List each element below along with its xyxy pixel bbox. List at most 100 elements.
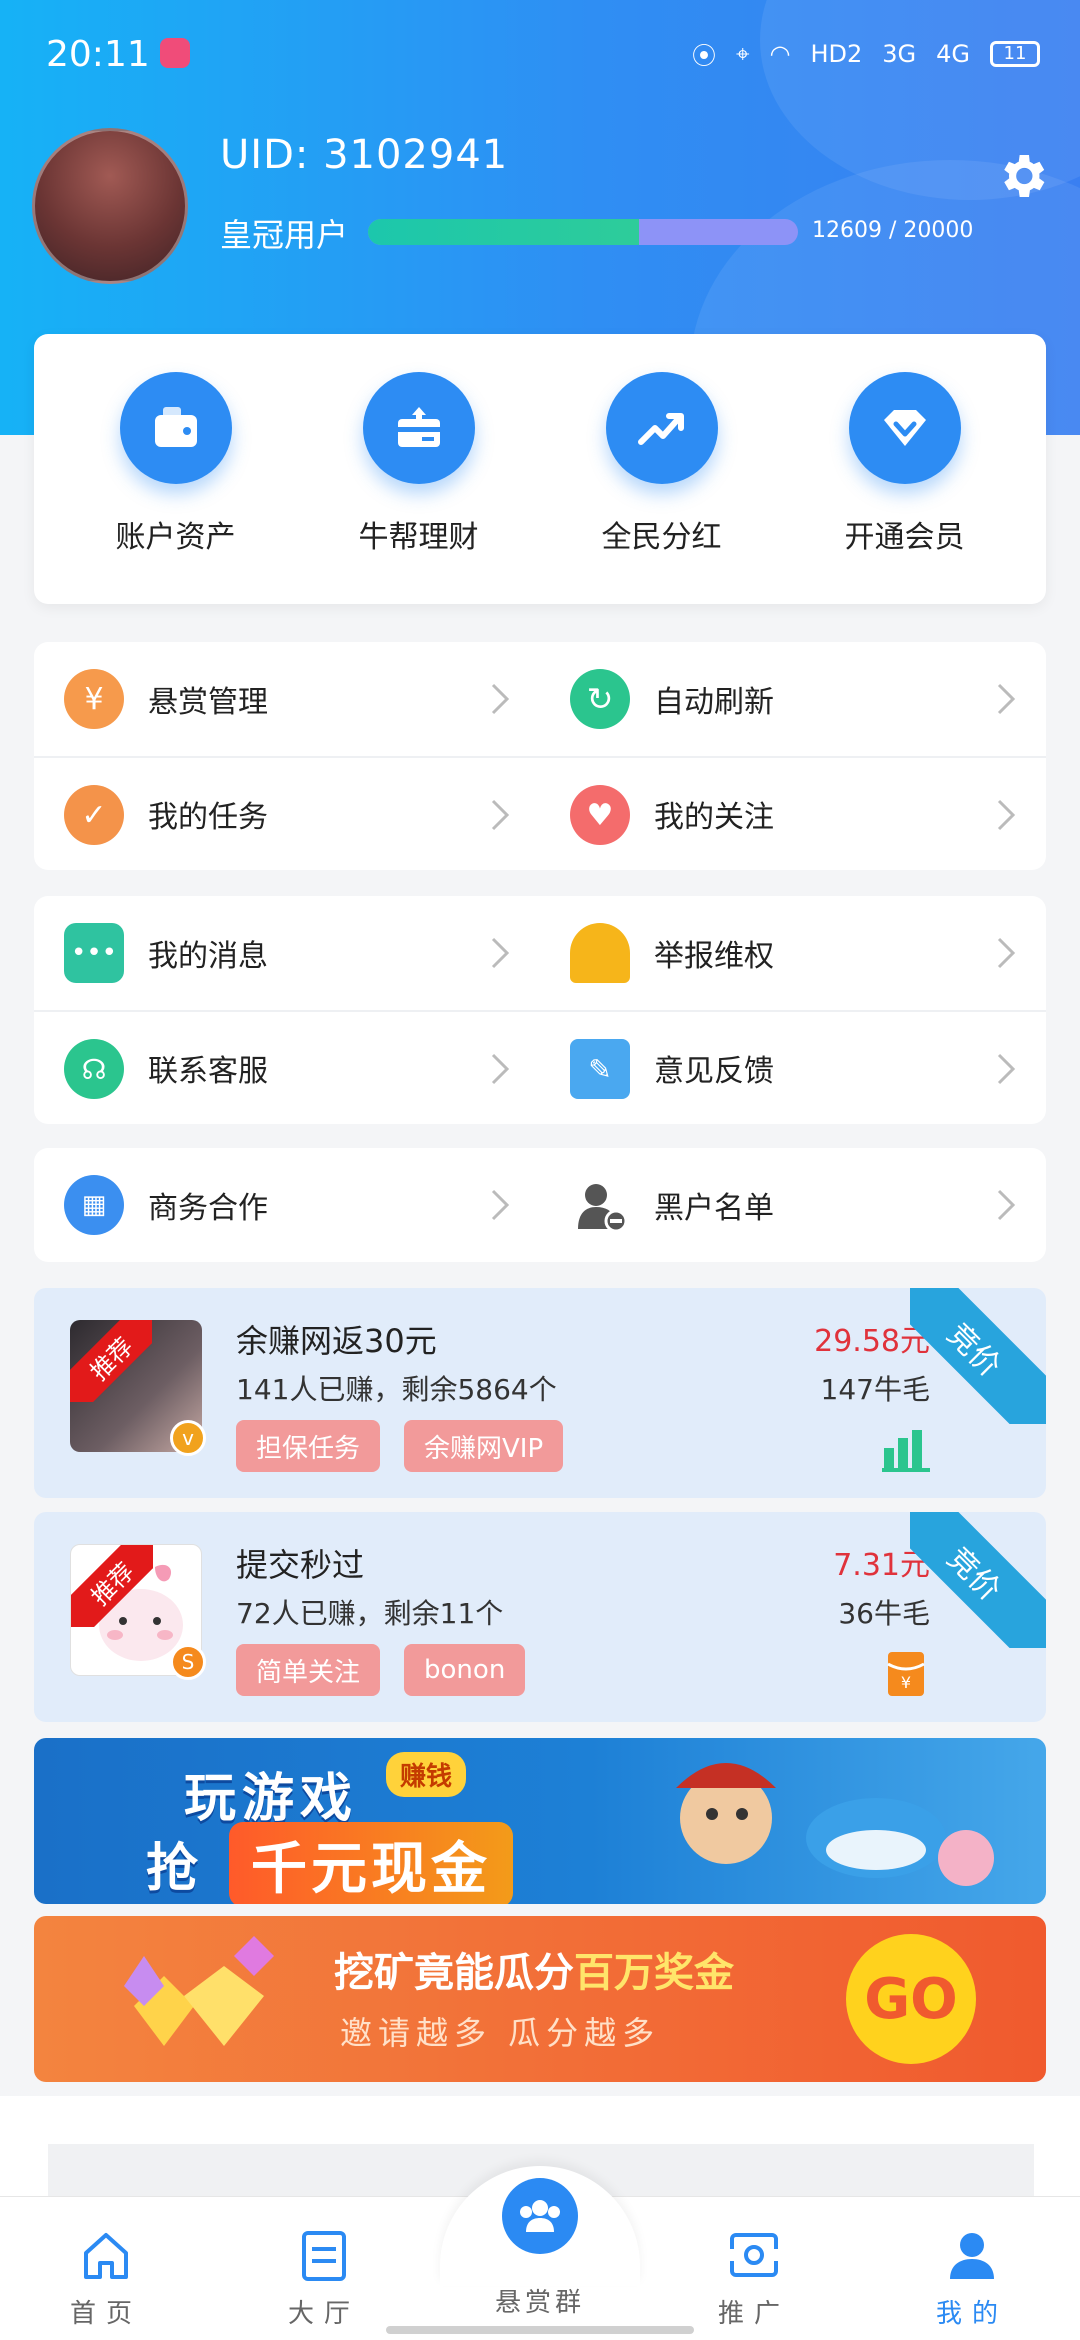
menu-my-messages[interactable]: ••• 我的消息 (34, 896, 540, 1010)
quick-membership[interactable]: 开通会员 (805, 372, 1005, 604)
banner-line2: 抢 (146, 1839, 203, 1899)
menu-report[interactable]: 举报维权 (540, 896, 1046, 1010)
task-progress: 72人已赚，剩余11个 (236, 1597, 504, 1630)
go-button[interactable]: GO (846, 1934, 976, 2064)
tab-hall[interactable]: 大厅 (224, 2197, 424, 2340)
tab-mine[interactable]: 我的 (872, 2197, 1072, 2340)
menu-label: 自动刷新 (654, 685, 774, 720)
banner-line1: 玩游戏 (184, 1769, 359, 1829)
xp-progress-fill (368, 219, 640, 245)
recommend-ribbon: 推荐 (71, 1545, 153, 1627)
location-icon: ⌖ (735, 39, 750, 68)
menu-label: 悬赏管理 (148, 685, 268, 720)
menu-business-cooperation[interactable]: ▦ 商务合作 (34, 1148, 540, 1262)
status-icons: ⦿ ⌖ ◠ HD2 3G 4G 11 (692, 36, 1040, 71)
chevron-right-icon (996, 1188, 1016, 1222)
game-promo-banner[interactable]: 玩游戏 赚钱 抢 千元现金 (34, 1738, 1046, 1904)
banner-title-a: 挖矿竟能瓜分 (334, 1950, 574, 1996)
badge-label: v (170, 1420, 206, 1456)
mining-promo-banner[interactable]: 挖矿竟能瓜分百万奖金 邀请越多 瓜分越多 GO (34, 1916, 1046, 2082)
settings-gear-icon[interactable] (994, 148, 1050, 204)
quick-label: 账户资产 (115, 520, 236, 555)
status-bar: 20:11 ⦿ ⌖ ◠ HD2 3G 4G 11 (0, 0, 1080, 110)
battery-level: 11 (1003, 43, 1027, 64)
bar-chart-icon (880, 1426, 932, 1474)
menu-my-follows[interactable]: ♥ 我的关注 (540, 758, 1046, 870)
task-tag: 担保任务 (236, 1420, 381, 1472)
trend-icon (605, 372, 718, 484)
headset-icon: ☊ (64, 1039, 124, 1099)
xp-progress-bar (368, 219, 798, 245)
quick-label: 全民分红 (601, 520, 722, 555)
task-check-icon: ✓ (64, 785, 124, 845)
task-title: 提交秒过 (236, 1546, 365, 1584)
tab-promote[interactable]: 推广 (654, 2197, 854, 2340)
menu-label: 我的任务 (148, 800, 268, 835)
banner-chip: 赚钱 (386, 1752, 467, 1797)
quick-account-assets[interactable]: 账户资产 (76, 372, 276, 604)
menu-feedback[interactable]: ✎ 意见反馈 (540, 1012, 1046, 1124)
menu-customer-service[interactable]: ☊ 联系客服 (34, 1012, 540, 1124)
list-icon (302, 2231, 346, 2281)
tab-label: 推广 (717, 2299, 790, 2329)
quick-label: 牛帮理财 (358, 520, 479, 555)
reward-group-button[interactable] (502, 2178, 578, 2254)
heart-icon: ♥ (570, 785, 630, 845)
banner-cash: 千元现金 (229, 1822, 513, 1904)
menu-my-tasks[interactable]: ✓ 我的任务 (34, 758, 540, 870)
ribbon-label: 推荐 (70, 1320, 152, 1402)
quick-finance[interactable]: 牛帮理财 (319, 372, 519, 604)
user-icon (950, 2233, 994, 2279)
menu-row: ☊ 联系客服 ✎ 意见反馈 (34, 1010, 1046, 1124)
battery-icon: 11 (990, 40, 1040, 67)
finance-icon (362, 372, 475, 484)
chevron-right-icon (996, 682, 1016, 716)
network-4g-label: 4G (936, 39, 970, 68)
svg-text:¥: ¥ (901, 1673, 911, 1692)
chevron-right-icon (490, 1052, 510, 1086)
tab-home[interactable]: 首页 (6, 2197, 206, 2340)
tab-label: 首页 (69, 2299, 142, 2329)
red-packet-icon: ¥ (880, 1650, 932, 1698)
menu-blacklist[interactable]: 黑户名单 (540, 1148, 1046, 1262)
menu-group-tasks: ¥ 悬赏管理 ↻ 自动刷新 ✓ 我的任务 ♥ 我的关注 (34, 642, 1046, 870)
menu-row: ¥ 悬赏管理 ↻ 自动刷新 (34, 642, 1046, 756)
task-card[interactable]: 推荐 S 提交秒过 72人已赚，剩余11个 简单关注 bonon 7.31元 3… (34, 1512, 1046, 1722)
badge-label: S (170, 1644, 206, 1680)
user-id: UID: 3102941 (220, 132, 509, 178)
banner-title: 挖矿竟能瓜分百万奖金 (334, 1940, 734, 1998)
vibrate-icon: ⦿ (691, 42, 716, 70)
menu-label: 黑户名单 (654, 1191, 774, 1226)
menu-reward-management[interactable]: ¥ 悬赏管理 (34, 642, 540, 756)
money-bag-icon: ¥ (64, 669, 124, 729)
home-indicator[interactable] (386, 2326, 694, 2334)
chevron-right-icon (996, 798, 1016, 832)
quick-dividend[interactable]: 全民分红 (562, 372, 762, 604)
message-icon: ••• (64, 923, 124, 983)
user-rank: 皇冠用户 (220, 216, 349, 254)
home-icon (84, 2233, 128, 2279)
menu-label: 商务合作 (148, 1191, 268, 1226)
banner-subtitle: 邀请越多 瓜分越多 (340, 2014, 661, 2052)
wifi-icon: ◠ (769, 39, 791, 68)
status-time: 20:11 (46, 34, 150, 75)
tab-label: 我的 (935, 2299, 1008, 2329)
task-card[interactable]: 推荐 v 余赚网返30元 141人已赚，剩余5864个 担保任务 余赚网VIP … (34, 1288, 1046, 1498)
task-tag: 余赚网VIP (404, 1420, 564, 1472)
chevron-right-icon (996, 936, 1016, 970)
menu-group-business: ▦ 商务合作 黑户名单 (34, 1148, 1046, 1262)
menu-label: 我的消息 (148, 939, 268, 974)
game-characters-illustration (646, 1748, 1006, 1898)
verified-badge-icon: v (170, 1420, 206, 1456)
bidding-corner-ribbon: 竞价 (910, 1512, 1046, 1648)
avatar[interactable] (32, 128, 188, 284)
chevron-right-icon (490, 682, 510, 716)
task-tag: bonon (404, 1644, 526, 1696)
menu-auto-refresh[interactable]: ↻ 自动刷新 (540, 642, 1046, 756)
s-badge-icon: S (170, 1644, 206, 1680)
menu-label: 联系客服 (148, 1054, 268, 1089)
xp-progress-text: 12609 / 20000 (812, 218, 974, 243)
group-icon (520, 2200, 560, 2232)
recommend-ribbon: 推荐 (70, 1320, 152, 1402)
task-tags: 担保任务 余赚网VIP (236, 1420, 564, 1472)
